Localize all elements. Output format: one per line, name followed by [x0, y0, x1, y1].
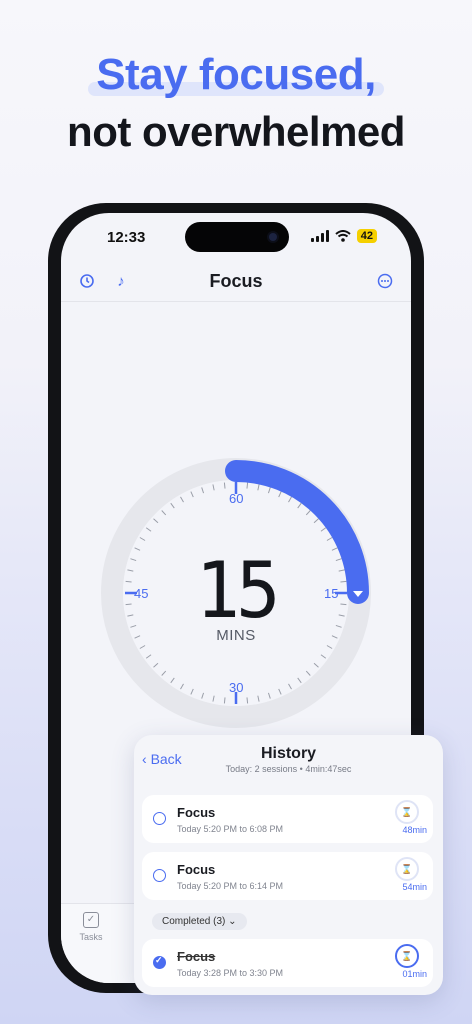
signal-icon [310, 230, 329, 242]
hourglass-icon: ⌛ [395, 857, 419, 881]
radio-button[interactable] [153, 869, 166, 882]
session-name: Focus [177, 862, 216, 877]
hourglass-icon: ⌛ [395, 944, 419, 968]
headline-line1: Stay focused, [88, 50, 384, 99]
chevron-down-icon: ⌄ [228, 916, 237, 927]
camera-icon [269, 233, 277, 241]
battery-indicator: 42 [356, 229, 377, 243]
session-duration: 01min [402, 969, 427, 979]
dial-tick [223, 697, 226, 704]
top-bar: ♪ Focus [61, 263, 411, 302]
history-subtitle: Today: 2 sessions • 4min:47sec [225, 764, 352, 774]
session-duration: 48min [402, 825, 427, 835]
checkbox-icon: ✓ [83, 912, 99, 928]
session-name: Focus [177, 805, 216, 820]
session-duration: 54min [402, 882, 427, 892]
timer-unit: MINS [216, 627, 256, 644]
session-time: Today 3:28 PM to 3:30 PM [177, 968, 284, 978]
headline-line2: not overwhelmed [67, 108, 405, 155]
tab-tasks-label: Tasks [79, 932, 103, 942]
radio-button[interactable] [153, 812, 166, 825]
wifi-icon [335, 230, 351, 242]
dial-label-30: 30 [229, 680, 244, 695]
page-title: Focus [209, 271, 263, 291]
dynamic-island [185, 222, 289, 252]
status-icons: 42 [310, 229, 377, 243]
list-item[interactable]: Focus Today 3:28 PM to 3:30 PM ⌛ 01min [142, 939, 433, 987]
checked-radio[interactable] [153, 955, 166, 969]
list-item[interactable]: Focus Today 5:20 PM to 6:14 PM ⌛ 54min [142, 852, 433, 900]
dial-label-60: 60 [229, 491, 244, 506]
session-name: Focus [177, 949, 216, 964]
list-item[interactable]: Focus Today 5:20 PM to 6:08 PM ⌛ 48min [142, 795, 433, 843]
status-time: 12:33 [107, 229, 146, 246]
hourglass-icon: ⌛ [395, 800, 419, 824]
history-sheet: ‹ Back History Today: 2 sessions • 4min:… [134, 735, 443, 995]
tab-tasks[interactable]: ✓ Tasks [73, 912, 109, 942]
session-time: Today 5:20 PM to 6:14 PM [177, 881, 284, 891]
history-title: History [260, 745, 317, 762]
session-time: Today 5:20 PM to 6:08 PM [177, 824, 284, 834]
timer-digits: 15 [195, 545, 280, 637]
dial-tick [246, 482, 249, 489]
more-icon[interactable] [375, 271, 395, 291]
dial-tick [223, 482, 226, 489]
dial-tick [246, 697, 249, 704]
completed-toggle[interactable]: Completed (3) ⌄ [152, 913, 247, 930]
